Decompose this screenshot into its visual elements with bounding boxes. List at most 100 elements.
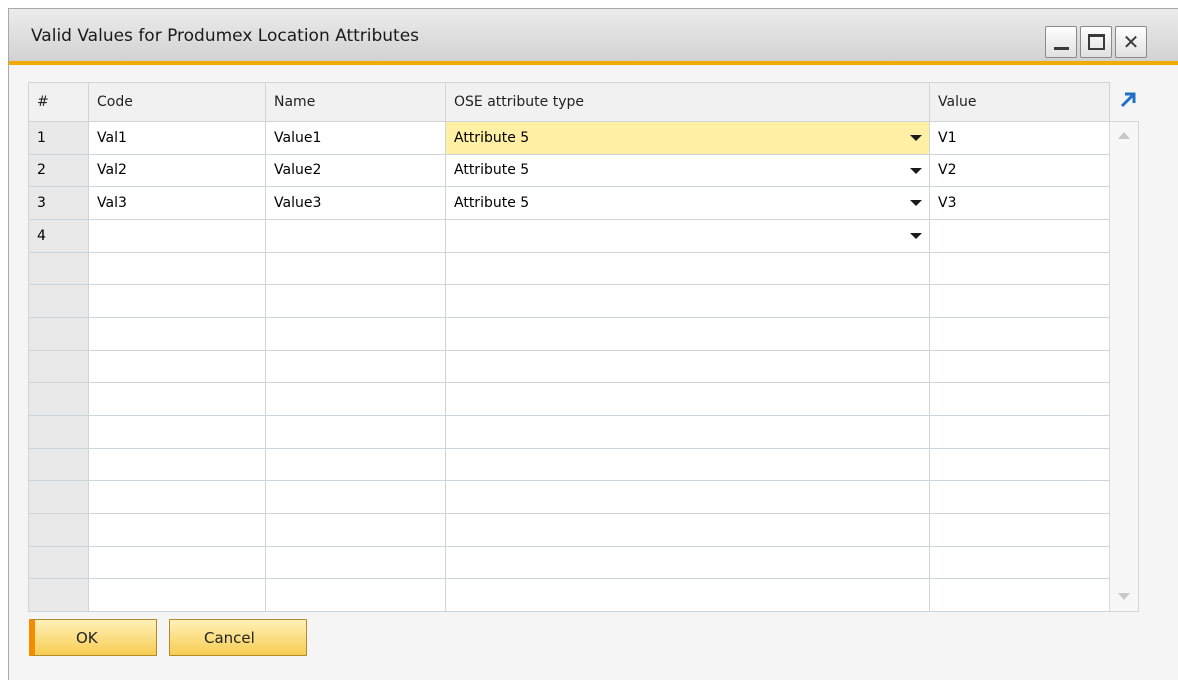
empty-table-row[interactable] (28, 578, 1110, 612)
empty-cell[interactable] (445, 447, 930, 482)
empty-table-row[interactable] (28, 545, 1110, 580)
empty-cell[interactable] (28, 349, 89, 384)
empty-cell[interactable] (445, 512, 930, 547)
empty-cell[interactable] (28, 480, 89, 514)
empty-cell[interactable] (28, 251, 89, 286)
chevron-down-icon[interactable] (910, 232, 922, 239)
empty-cell[interactable] (265, 284, 446, 318)
row-number[interactable]: 2 (28, 153, 89, 188)
empty-cell[interactable] (265, 447, 446, 482)
empty-cell[interactable] (929, 251, 1110, 286)
empty-cell[interactable] (88, 284, 266, 318)
row-number[interactable]: 4 (28, 218, 89, 253)
empty-cell[interactable] (929, 545, 1110, 580)
empty-cell[interactable] (28, 316, 89, 351)
empty-table-row[interactable] (28, 382, 1110, 416)
empty-table-row[interactable] (28, 284, 1110, 318)
empty-cell[interactable] (265, 578, 446, 612)
empty-cell[interactable] (445, 578, 930, 612)
empty-cell[interactable] (445, 382, 930, 416)
value-cell[interactable]: V1 (929, 121, 1110, 155)
empty-cell[interactable] (929, 382, 1110, 416)
empty-cell[interactable] (265, 480, 446, 514)
empty-table-row[interactable] (28, 512, 1110, 547)
title-bar[interactable]: Valid Values for Produmex Location Attri… (9, 9, 1178, 65)
empty-cell[interactable] (88, 349, 266, 384)
empty-cell[interactable] (445, 284, 930, 318)
empty-cell[interactable] (445, 414, 930, 449)
close-button[interactable]: ✕ (1115, 26, 1147, 58)
empty-cell[interactable] (445, 480, 930, 514)
empty-cell[interactable] (88, 251, 266, 286)
empty-cell[interactable] (28, 447, 89, 482)
value-cell[interactable]: V3 (929, 186, 1110, 220)
row-number[interactable]: 1 (28, 121, 89, 155)
empty-cell[interactable] (265, 414, 446, 449)
empty-cell[interactable] (929, 316, 1110, 351)
name-cell[interactable]: Value1 (265, 121, 446, 155)
table-row[interactable]: 3 Val3 Value3 Attribute 5 V3 (28, 186, 1110, 220)
column-header-name[interactable]: Name (265, 82, 446, 122)
attribute-type-dropdown[interactable]: Attribute 5 (445, 153, 930, 188)
name-cell[interactable]: Value3 (265, 186, 446, 220)
minimize-button[interactable] (1045, 26, 1077, 58)
column-header-value[interactable]: Value (929, 82, 1110, 122)
table-row[interactable]: 1 Val1 Value1 Attribute 5 V1 (28, 121, 1110, 155)
empty-cell[interactable] (265, 349, 446, 384)
empty-cell[interactable] (929, 414, 1110, 449)
value-cell[interactable]: V2 (929, 153, 1110, 188)
empty-cell[interactable] (28, 382, 89, 416)
empty-cell[interactable] (929, 284, 1110, 318)
empty-table-row[interactable] (28, 480, 1110, 514)
code-cell[interactable]: Val1 (88, 121, 266, 155)
empty-cell[interactable] (88, 382, 266, 416)
name-cell[interactable]: Value2 (265, 153, 446, 188)
column-header-code[interactable]: Code (88, 82, 266, 122)
empty-cell[interactable] (265, 545, 446, 580)
chevron-down-icon[interactable] (910, 167, 922, 174)
empty-cell[interactable] (88, 447, 266, 482)
vertical-scrollbar[interactable] (1109, 121, 1139, 612)
attribute-type-dropdown[interactable]: Attribute 5 (445, 186, 930, 220)
empty-cell[interactable] (929, 480, 1110, 514)
empty-table-row[interactable] (28, 251, 1110, 286)
empty-cell[interactable] (28, 545, 89, 580)
empty-cell[interactable] (88, 316, 266, 351)
code-cell[interactable]: Val3 (88, 186, 266, 220)
attribute-type-dropdown[interactable]: Attribute 5 (445, 121, 930, 155)
cancel-button[interactable]: Cancel (169, 619, 307, 656)
chevron-down-icon[interactable] (910, 135, 922, 141)
empty-cell[interactable] (929, 578, 1110, 612)
empty-cell[interactable] (445, 316, 930, 351)
table-row[interactable]: 2 Val2 Value2 Attribute 5 V2 (28, 153, 1110, 188)
empty-cell[interactable] (265, 316, 446, 351)
empty-cell[interactable] (265, 251, 446, 286)
empty-cell[interactable] (28, 284, 89, 318)
column-header-ose-attribute-type[interactable]: OSE attribute type (445, 82, 930, 122)
value-cell[interactable] (929, 218, 1110, 253)
empty-cell[interactable] (929, 447, 1110, 482)
column-header-row-number[interactable]: # (28, 82, 89, 122)
empty-table-row[interactable] (28, 316, 1110, 351)
table-row[interactable]: 4 (28, 218, 1110, 253)
empty-cell[interactable] (28, 512, 89, 547)
maximize-button[interactable] (1080, 26, 1112, 58)
row-number[interactable]: 3 (28, 186, 89, 220)
empty-cell[interactable] (88, 480, 266, 514)
empty-cell[interactable] (88, 578, 266, 612)
code-cell[interactable]: Val2 (88, 153, 266, 188)
scroll-down-arrow-icon[interactable] (1118, 593, 1130, 600)
ok-button[interactable]: OK (29, 619, 157, 656)
empty-cell[interactable] (28, 414, 89, 449)
scroll-up-arrow-icon[interactable] (1118, 132, 1130, 139)
empty-table-row[interactable] (28, 349, 1110, 384)
empty-cell[interactable] (929, 349, 1110, 384)
empty-cell[interactable] (265, 512, 446, 547)
empty-table-row[interactable] (28, 447, 1110, 482)
empty-cell[interactable] (265, 382, 446, 416)
empty-cell[interactable] (88, 414, 266, 449)
empty-cell[interactable] (445, 251, 930, 286)
empty-cell[interactable] (88, 512, 266, 547)
code-cell[interactable] (88, 218, 266, 253)
empty-cell[interactable] (445, 349, 930, 384)
